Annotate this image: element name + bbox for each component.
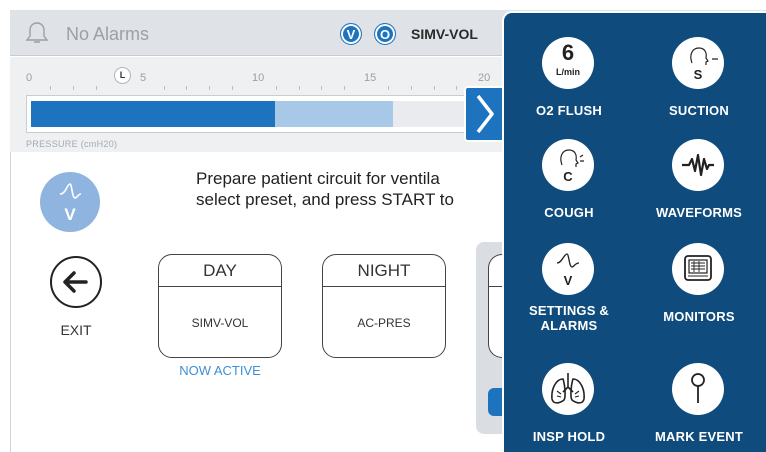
pressure-unit-label: PRESSURE (cmH20): [26, 139, 118, 149]
instruction-line-2: select preset, and press START to: [196, 190, 454, 209]
settings-alarms-circle: V: [542, 243, 594, 295]
quick-action-panel: 6 L/min O2 FLUSH S SUCTION C COUGH WAVEF…: [502, 11, 766, 452]
panel-toggle-button[interactable]: [464, 86, 504, 142]
o2-flush-circle: 6 L/min: [542, 37, 594, 89]
waveforms-button[interactable]: WAVEFORMS: [644, 129, 754, 225]
settings-shortcut[interactable]: V: [40, 172, 100, 232]
cough-letter: C: [563, 169, 573, 184]
monitor-device-icon: [684, 255, 712, 281]
arrow-left-icon: [63, 271, 88, 293]
waveforms-label: WAVEFORMS: [655, 205, 743, 220]
pressure-fill-current: [31, 101, 275, 127]
preset-night[interactable]: NIGHT AC-PRES: [322, 254, 446, 358]
settings-alarms-button[interactable]: V SETTINGS & ALARMS: [514, 233, 624, 333]
waveform-icon: [682, 153, 714, 177]
pin-icon: [691, 373, 705, 403]
preset-mode: AC-PRES: [357, 316, 411, 330]
monitors-label: MONITORS: [663, 309, 735, 324]
preset-mode: SIMV-VOL: [191, 316, 249, 330]
o2-flush-value: 6: [561, 40, 575, 65]
mode-badge-v: V: [340, 23, 362, 45]
suction-circle: S: [672, 37, 724, 89]
settings-alarms-label: SETTINGS & ALARMS: [504, 303, 634, 333]
low-limit-marker[interactable]: L: [114, 67, 131, 84]
lungs-icon: [551, 373, 585, 404]
settings-alarms-label-line2: ALARMS: [540, 318, 598, 333]
pressure-bar: [26, 95, 484, 133]
tick-label: 10: [252, 72, 265, 84]
now-active-label: NOW ACTIVE: [179, 363, 261, 378]
tick-label: 20: [478, 72, 491, 84]
bell-icon: [24, 20, 50, 51]
insp-hold-label: INSP HOLD: [532, 429, 606, 444]
waveforms-circle: [672, 139, 724, 191]
preset-title: NIGHT: [323, 255, 445, 287]
insp-hold-button[interactable]: INSP HOLD: [514, 353, 624, 449]
exit-label: EXIT: [60, 322, 92, 338]
cough-circle: C: [542, 139, 594, 191]
insp-hold-circle: [542, 363, 594, 415]
alarm-status-text[interactable]: No Alarms: [66, 24, 149, 45]
settings-letter: V: [64, 205, 76, 224]
suction-button[interactable]: S SUCTION: [644, 27, 754, 123]
o2-flush-unit: L/min: [556, 67, 580, 77]
cough-label: COUGH: [544, 205, 594, 220]
monitors-circle: [672, 243, 724, 295]
pressure-fill-peak: [275, 101, 393, 127]
settings-alarms-label-line1: SETTINGS &: [528, 303, 609, 318]
tick-label: 0: [26, 72, 33, 84]
suction-letter: S: [693, 67, 703, 82]
preset-title: DAY: [159, 255, 281, 287]
tick-label: 15: [364, 72, 377, 84]
preset-day[interactable]: DAY SIMV-VOL: [158, 254, 282, 358]
exit-button[interactable]: [50, 256, 102, 308]
cough-button[interactable]: C COUGH: [514, 129, 624, 225]
ventilation-mode[interactable]: SIMV-VOL: [411, 26, 478, 42]
o2-flush-button[interactable]: 6 L/min O2 FLUSH: [514, 27, 624, 123]
mark-event-label: MARK EVENT: [655, 429, 743, 444]
instruction-line-1: Prepare patient circuit for ventila: [196, 169, 440, 188]
o2-flush-label: O2 FLUSH: [536, 103, 602, 118]
mark-event-circle: [672, 363, 724, 415]
mark-event-button[interactable]: MARK EVENT: [644, 353, 754, 449]
tick-label: 5: [140, 72, 147, 84]
monitors-button[interactable]: MONITORS: [644, 233, 754, 329]
settings-alarms-letter: V: [563, 273, 573, 288]
chevron-right-icon: [476, 94, 494, 134]
mode-badge-o: O: [374, 23, 396, 45]
suction-label: SUCTION: [669, 103, 729, 118]
